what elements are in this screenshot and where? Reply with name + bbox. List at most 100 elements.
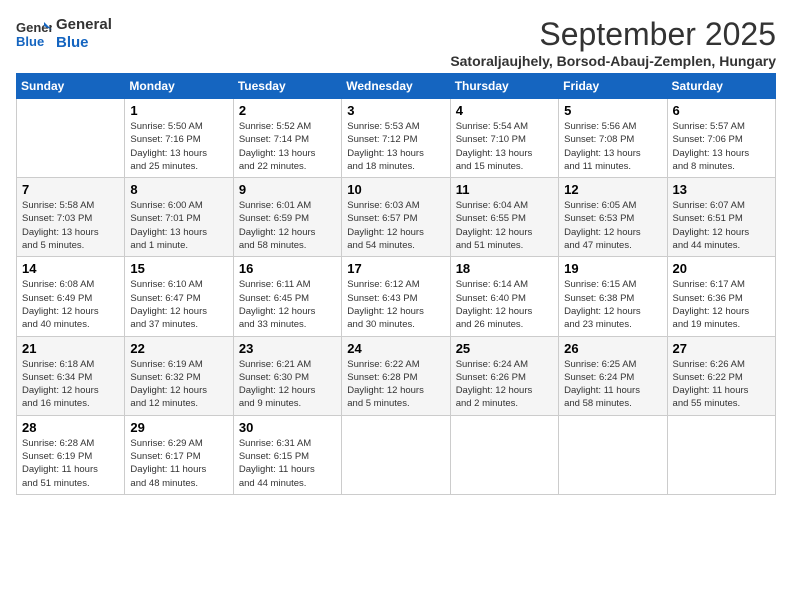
calendar-cell: 4Sunrise: 5:54 AM Sunset: 7:10 PM Daylig… <box>450 99 558 178</box>
day-number: 5 <box>564 103 661 118</box>
col-header-tuesday: Tuesday <box>233 74 341 99</box>
day-info: Sunrise: 6:17 AM Sunset: 6:36 PM Dayligh… <box>673 278 770 331</box>
col-header-thursday: Thursday <box>450 74 558 99</box>
day-number: 14 <box>22 261 119 276</box>
day-info: Sunrise: 6:04 AM Sunset: 6:55 PM Dayligh… <box>456 199 553 252</box>
calendar-cell: 25Sunrise: 6:24 AM Sunset: 6:26 PM Dayli… <box>450 336 558 415</box>
day-number: 24 <box>347 341 444 356</box>
day-info: Sunrise: 6:00 AM Sunset: 7:01 PM Dayligh… <box>130 199 227 252</box>
calendar-cell: 13 Sunrise: 6:07 AM Sunset: 6:51 PM Dayli… <box>667 178 775 257</box>
calendar-header-row: SundayMondayTuesdayWednesdayThursdayFrid… <box>17 74 776 99</box>
calendar-cell <box>342 415 450 494</box>
day-info: Sunrise: 6:28 AM Sunset: 6:19 PM Dayligh… <box>22 437 119 490</box>
day-info: Sunrise: 6:25 AM Sunset: 6:24 PM Dayligh… <box>564 358 661 411</box>
day-info: Sunrise: 6:07 AM Sunset: 6:51 PM Dayligh… <box>673 199 770 252</box>
day-info: Sunrise: 6:01 AM Sunset: 6:59 PM Dayligh… <box>239 199 336 252</box>
day-number: 17 <box>347 261 444 276</box>
calendar-cell: 8 Sunrise: 6:00 AM Sunset: 7:01 PM Daylig… <box>125 178 233 257</box>
calendar-cell <box>450 415 558 494</box>
day-number: 21 <box>22 341 119 356</box>
logo-icon: General Blue <box>16 18 52 50</box>
calendar-cell: 9Sunrise: 6:01 AM Sunset: 6:59 PM Daylig… <box>233 178 341 257</box>
day-number: 12 <box>564 182 661 197</box>
calendar-cell: 30 Sunrise: 6:31 AM Sunset: 6:15 PM Dayli… <box>233 415 341 494</box>
day-info: Sunrise: 6:18 AM Sunset: 6:34 PM Dayligh… <box>22 358 119 411</box>
calendar-cell <box>559 415 667 494</box>
day-info: Sunrise: 6:21 AM Sunset: 6:30 PM Dayligh… <box>239 358 336 411</box>
day-number: 10 <box>347 182 444 197</box>
calendar-cell: 15 Sunrise: 6:10 AM Sunset: 6:47 PM Dayli… <box>125 257 233 336</box>
calendar-cell: 19Sunrise: 6:15 AM Sunset: 6:38 PM Dayli… <box>559 257 667 336</box>
day-number: 23 <box>239 341 336 356</box>
day-info: Sunrise: 5:52 AM Sunset: 7:14 PM Dayligh… <box>239 120 336 173</box>
calendar-cell: 17 Sunrise: 6:12 AM Sunset: 6:43 PM Dayli… <box>342 257 450 336</box>
day-number: 2 <box>239 103 336 118</box>
calendar-cell: 1 Sunrise: 5:50 AM Sunset: 7:16 PM Daylig… <box>125 99 233 178</box>
logo-text: General Blue <box>56 16 112 52</box>
day-number: 29 <box>130 420 227 435</box>
day-info: Sunrise: 5:50 AM Sunset: 7:16 PM Dayligh… <box>130 120 227 173</box>
calendar-cell: 18 Sunrise: 6:14 AM Sunset: 6:40 PM Dayli… <box>450 257 558 336</box>
day-info: Sunrise: 6:19 AM Sunset: 6:32 PM Dayligh… <box>130 358 227 411</box>
col-header-friday: Friday <box>559 74 667 99</box>
day-number: 15 <box>130 261 227 276</box>
col-header-wednesday: Wednesday <box>342 74 450 99</box>
day-number: 8 <box>130 182 227 197</box>
calendar-cell <box>17 99 125 178</box>
day-number: 30 <box>239 420 336 435</box>
calendar-cell: 5 Sunrise: 5:56 AM Sunset: 7:08 PM Daylig… <box>559 99 667 178</box>
location-subtitle: Satoraljaujhely, Borsod-Abauj-Zemplen, H… <box>450 53 776 69</box>
calendar-cell: 28Sunrise: 6:28 AM Sunset: 6:19 PM Dayli… <box>17 415 125 494</box>
calendar-week-row: 14Sunrise: 6:08 AM Sunset: 6:49 PM Dayli… <box>17 257 776 336</box>
day-info: Sunrise: 6:29 AM Sunset: 6:17 PM Dayligh… <box>130 437 227 490</box>
day-number: 20 <box>673 261 770 276</box>
calendar-cell: 22 Sunrise: 6:19 AM Sunset: 6:32 PM Dayli… <box>125 336 233 415</box>
day-info: Sunrise: 5:57 AM Sunset: 7:06 PM Dayligh… <box>673 120 770 173</box>
day-number: 11 <box>456 182 553 197</box>
calendar-cell: 2 Sunrise: 5:52 AM Sunset: 7:14 PM Daylig… <box>233 99 341 178</box>
day-info: Sunrise: 6:12 AM Sunset: 6:43 PM Dayligh… <box>347 278 444 331</box>
calendar-cell: 14Sunrise: 6:08 AM Sunset: 6:49 PM Dayli… <box>17 257 125 336</box>
day-info: Sunrise: 5:53 AM Sunset: 7:12 PM Dayligh… <box>347 120 444 173</box>
day-info: Sunrise: 6:26 AM Sunset: 6:22 PM Dayligh… <box>673 358 770 411</box>
day-number: 3 <box>347 103 444 118</box>
calendar-cell: 29 Sunrise: 6:29 AM Sunset: 6:17 PM Dayli… <box>125 415 233 494</box>
calendar-cell <box>667 415 775 494</box>
svg-text:Blue: Blue <box>16 34 44 49</box>
day-number: 13 <box>673 182 770 197</box>
logo: General Blue General Blue <box>16 16 112 52</box>
day-info: Sunrise: 5:56 AM Sunset: 7:08 PM Dayligh… <box>564 120 661 173</box>
calendar-week-row: 21 Sunrise: 6:18 AM Sunset: 6:34 PM Dayli… <box>17 336 776 415</box>
svg-text:General: General <box>16 20 52 35</box>
calendar-cell: 6 Sunrise: 5:57 AM Sunset: 7:06 PM Daylig… <box>667 99 775 178</box>
day-info: Sunrise: 5:58 AM Sunset: 7:03 PM Dayligh… <box>22 199 119 252</box>
day-info: Sunrise: 6:14 AM Sunset: 6:40 PM Dayligh… <box>456 278 553 331</box>
day-info: Sunrise: 6:05 AM Sunset: 6:53 PM Dayligh… <box>564 199 661 252</box>
day-number: 22 <box>130 341 227 356</box>
day-info: Sunrise: 5:54 AM Sunset: 7:10 PM Dayligh… <box>456 120 553 173</box>
day-info: Sunrise: 6:22 AM Sunset: 6:28 PM Dayligh… <box>347 358 444 411</box>
day-number: 7 <box>22 182 119 197</box>
calendar-cell: 10 Sunrise: 6:03 AM Sunset: 6:57 PM Dayli… <box>342 178 450 257</box>
day-number: 18 <box>456 261 553 276</box>
day-info: Sunrise: 6:03 AM Sunset: 6:57 PM Dayligh… <box>347 199 444 252</box>
calendar-cell: 7 Sunrise: 5:58 AM Sunset: 7:03 PM Daylig… <box>17 178 125 257</box>
calendar-body: 1 Sunrise: 5:50 AM Sunset: 7:16 PM Daylig… <box>17 99 776 495</box>
day-number: 25 <box>456 341 553 356</box>
day-number: 6 <box>673 103 770 118</box>
calendar-cell: 27 Sunrise: 6:26 AM Sunset: 6:22 PM Dayli… <box>667 336 775 415</box>
month-title: September 2025 <box>450 16 776 53</box>
day-number: 27 <box>673 341 770 356</box>
day-number: 26 <box>564 341 661 356</box>
calendar-table: SundayMondayTuesdayWednesdayThursdayFrid… <box>16 73 776 495</box>
calendar-cell: 26 Sunrise: 6:25 AM Sunset: 6:24 PM Dayli… <box>559 336 667 415</box>
calendar-cell: 16Sunrise: 6:11 AM Sunset: 6:45 PM Dayli… <box>233 257 341 336</box>
header: General Blue General Blue September 2025… <box>16 16 776 69</box>
day-number: 1 <box>130 103 227 118</box>
calendar-cell: 11 Sunrise: 6:04 AM Sunset: 6:55 PM Dayli… <box>450 178 558 257</box>
day-info: Sunrise: 6:10 AM Sunset: 6:47 PM Dayligh… <box>130 278 227 331</box>
col-header-monday: Monday <box>125 74 233 99</box>
calendar-cell: 24 Sunrise: 6:22 AM Sunset: 6:28 PM Dayli… <box>342 336 450 415</box>
day-info: Sunrise: 6:31 AM Sunset: 6:15 PM Dayligh… <box>239 437 336 490</box>
calendar-cell: 20 Sunrise: 6:17 AM Sunset: 6:36 PM Dayli… <box>667 257 775 336</box>
